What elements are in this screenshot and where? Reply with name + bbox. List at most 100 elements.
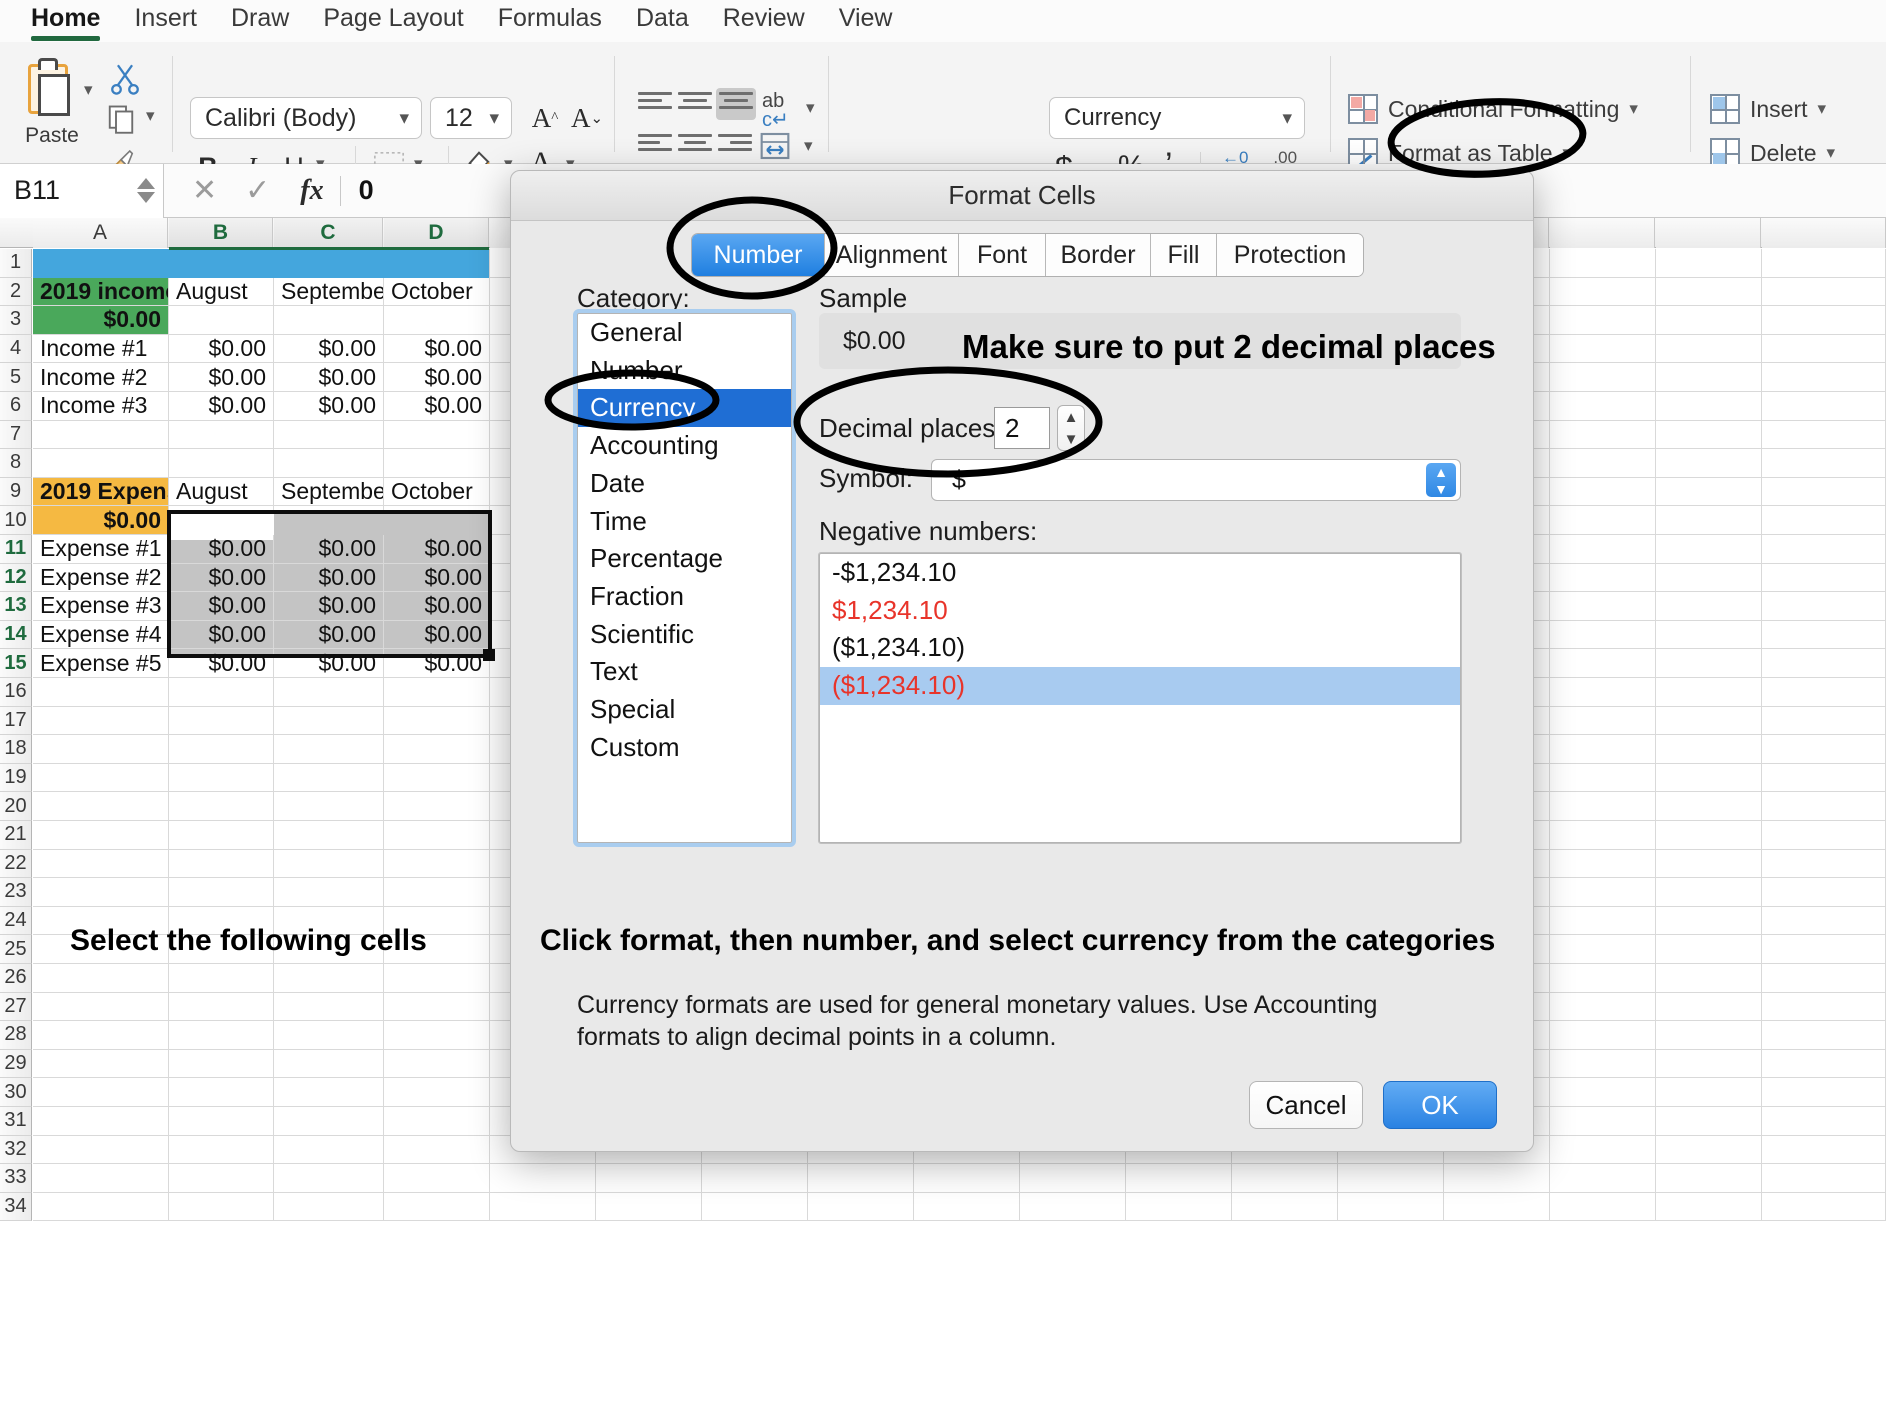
grid-cell[interactable]	[1656, 1192, 1762, 1222]
name-box[interactable]: B11	[0, 163, 164, 218]
dialog-tab-border[interactable]: Border	[1046, 234, 1151, 276]
grid-cell[interactable]	[169, 449, 274, 478]
align-right-button[interactable]	[718, 134, 752, 160]
decrease-font-size-button[interactable]: A ⌄	[570, 100, 604, 136]
grid-cell[interactable]	[33, 1107, 169, 1136]
grid-cell[interactable]	[1656, 277, 1762, 307]
ribbon-tab-data[interactable]: Data	[619, 0, 706, 34]
grid-cell[interactable]	[1656, 878, 1762, 907]
grid-cell-c11[interactable]: $0.00	[274, 535, 384, 564]
grid-cell[interactable]	[1656, 1135, 1762, 1165]
grid-cell[interactable]	[1550, 535, 1656, 564]
scissors-icon[interactable]	[108, 60, 142, 96]
row-header-30[interactable]: 30	[0, 1078, 32, 1107]
grid-cell[interactable]	[33, 420, 169, 450]
grid-cell[interactable]	[274, 849, 384, 879]
grid-cell[interactable]	[384, 420, 490, 450]
grid-cell[interactable]	[169, 706, 274, 736]
row-header-9[interactable]: 9	[0, 477, 32, 507]
grid-cell-a2[interactable]: 2019 income	[33, 277, 169, 307]
grid-cell-d14[interactable]: $0.00	[384, 620, 490, 650]
row-header-18[interactable]: 18	[0, 735, 32, 764]
grid-cell[interactable]	[33, 878, 169, 907]
row-header-31[interactable]: 31	[0, 1107, 32, 1136]
align-middle-button[interactable]	[678, 92, 712, 118]
grid-cell[interactable]	[1762, 849, 1886, 879]
ok-button[interactable]: OK	[1383, 1081, 1497, 1129]
grid-cell[interactable]	[1762, 563, 1886, 593]
grid-cell[interactable]	[596, 1192, 702, 1222]
grid-cell[interactable]	[274, 1107, 384, 1136]
grid-cell[interactable]	[1762, 334, 1886, 364]
grid-cell[interactable]	[1656, 449, 1762, 478]
grid-cell[interactable]	[274, 706, 384, 736]
grid-cell-b11[interactable]: $0.00	[169, 535, 274, 564]
grid-cell[interactable]	[1762, 306, 1886, 335]
grid-cell[interactable]	[1550, 1164, 1656, 1193]
row-header-4[interactable]: 4	[0, 334, 32, 364]
grid-cell[interactable]	[1656, 649, 1762, 678]
grid-cell[interactable]	[1232, 1192, 1338, 1222]
font-family-select[interactable]: Calibri (Body) ▾	[190, 97, 422, 139]
ribbon-tab-page-layout[interactable]: Page Layout	[306, 0, 480, 34]
grid-cell[interactable]	[384, 449, 490, 478]
grid-cell[interactable]	[1656, 935, 1762, 964]
grid-cell[interactable]	[169, 878, 274, 907]
grid-cell[interactable]	[1762, 992, 1886, 1022]
category-item-currency[interactable]: Currency	[578, 389, 791, 428]
grid-cell[interactable]	[1762, 1021, 1886, 1050]
row-header-16[interactable]: 16	[0, 678, 32, 707]
grid-cell[interactable]	[1762, 277, 1886, 307]
grid-cell[interactable]	[808, 1164, 914, 1193]
grid-cell[interactable]	[1550, 477, 1656, 507]
category-item-custom[interactable]: Custom	[578, 729, 791, 767]
grid-cell[interactable]	[33, 449, 169, 478]
grid-cell[interactable]	[1762, 392, 1886, 421]
row-header-6[interactable]: 6	[0, 392, 32, 421]
ribbon-tab-insert[interactable]: Insert	[117, 0, 214, 34]
grid-cell[interactable]	[1656, 249, 1762, 278]
grid-cell[interactable]	[1762, 821, 1886, 850]
grid-cell[interactable]	[1126, 1164, 1232, 1193]
grid-cell[interactable]	[274, 735, 384, 764]
grid-cell[interactable]	[1550, 649, 1656, 678]
grid-cell[interactable]	[33, 1135, 169, 1165]
grid-cell[interactable]	[1020, 1164, 1126, 1193]
category-item-scientific[interactable]: Scientific	[578, 616, 791, 654]
row-header-32[interactable]: 32	[0, 1135, 32, 1165]
grid-cell[interactable]	[274, 1192, 384, 1222]
grid-cell[interactable]	[169, 678, 274, 707]
align-center-button[interactable]	[678, 134, 712, 160]
grid-cell[interactable]	[1550, 449, 1656, 478]
stepper-up-icon[interactable]: ▲	[1064, 409, 1079, 426]
grid-cell[interactable]	[1656, 678, 1762, 707]
paste-chevron-down-icon[interactable]: ▾	[84, 80, 93, 100]
grid-cell-d4[interactable]: $0.00	[384, 334, 490, 364]
grid-cell[interactable]	[274, 1049, 384, 1079]
merge-chevron-down-icon[interactable]: ▾	[804, 136, 813, 156]
grid-cell[interactable]	[1762, 449, 1886, 478]
grid-cell[interactable]	[274, 1021, 384, 1050]
grid-cell[interactable]	[1762, 477, 1886, 507]
grid-cell[interactable]	[33, 849, 169, 879]
grid-cell[interactable]	[384, 964, 490, 993]
category-item-general[interactable]: General	[578, 314, 791, 352]
grid-cell[interactable]	[1550, 249, 1656, 278]
grid-cell[interactable]	[1762, 506, 1886, 535]
grid-cell[interactable]	[1550, 1192, 1656, 1222]
grid-cell-c15[interactable]: $0.00	[274, 649, 384, 678]
grid-cell[interactable]	[1550, 334, 1656, 364]
grid-cell[interactable]	[33, 1078, 169, 1107]
ribbon-tab-home[interactable]: Home	[14, 0, 117, 41]
row-header-19[interactable]: 19	[0, 763, 32, 793]
negative-format-item-0[interactable]: -$1,234.10	[820, 554, 1460, 592]
grid-cell[interactable]	[169, 1164, 274, 1193]
grid-cell[interactable]	[1656, 306, 1762, 335]
grid-cell-d2[interactable]: October	[384, 277, 490, 307]
grid-cell-d13[interactable]: $0.00	[384, 592, 490, 621]
grid-cell[interactable]	[1656, 563, 1762, 593]
grid-cell[interactable]	[1656, 735, 1762, 764]
grid-cell[interactable]	[169, 1021, 274, 1050]
grid-cell[interactable]	[33, 1192, 169, 1222]
row-header-15[interactable]: 15	[0, 649, 32, 678]
